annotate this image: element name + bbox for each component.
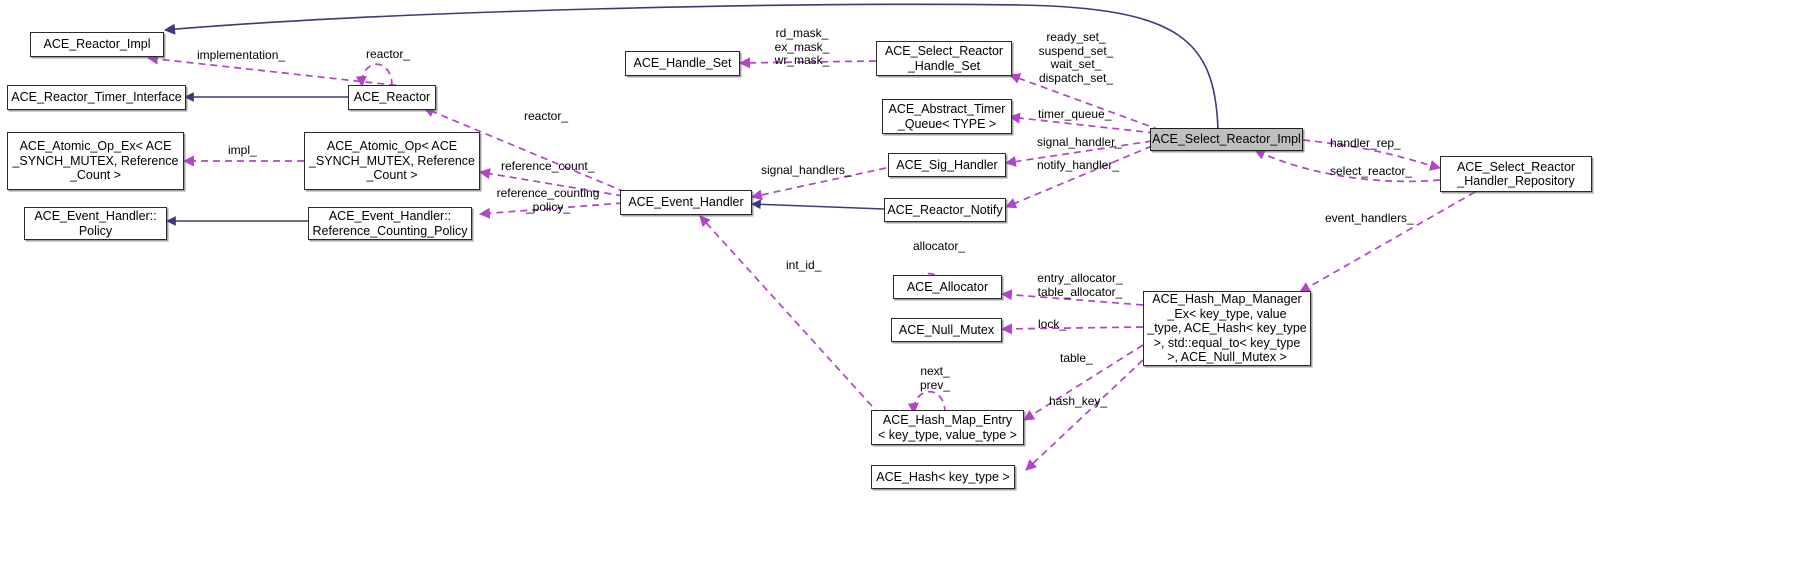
node-ace-atomic-op[interactable]: ACE_Atomic_Op< ACE _SYNCH_MUTEX, Referen…: [304, 132, 480, 190]
edge-usage-event-handlers: [1299, 191, 1476, 293]
edge-label-reactor-self: reactor_: [366, 47, 411, 61]
node-ace-reactor-timer-interface[interactable]: ACE_Reactor_Timer_Interface: [7, 85, 186, 110]
edge-label-table: table_: [1060, 351, 1093, 365]
edge-usage-int-id: [699, 215, 881, 416]
collaboration-diagram: ACE_Reactor_Impl ACE_Reactor_Timer_Inter…: [0, 0, 1817, 573]
edge-label-signal-handlers: signal_handlers_: [761, 163, 852, 177]
node-ace-select-reactor-handle-set[interactable]: ACE_Select_Reactor _Handle_Set: [876, 41, 1012, 76]
node-ace-event-handler-reference-counting-policy[interactable]: ACE_Event_Handler:: Reference_Counting_P…: [308, 207, 472, 240]
edge-label-reactor-from-event-handler: reactor_: [524, 109, 569, 123]
edge-usage-notify-handler: [1004, 145, 1153, 209]
edge-inheritance-reactor-notify-to-event-handler: [751, 199, 885, 210]
node-ace-atomic-op-ex[interactable]: ACE_Atomic_Op_Ex< ACE _SYNCH_MUTEX, Refe…: [7, 132, 184, 190]
edge-label-entry-table-allocator: entry_allocator_ table_allocator_: [1037, 271, 1123, 299]
edge-usage-reactor-self-loop: [355, 63, 393, 88]
node-ace-hash-map-entry[interactable]: ACE_Hash_Map_Entry < key_type, value_typ…: [871, 410, 1024, 445]
edge-label-reference-count: reference_count_: [501, 159, 595, 173]
node-ace-reactor-impl[interactable]: ACE_Reactor_Impl: [30, 32, 164, 57]
node-ace-hash-key-type[interactable]: ACE_Hash< key_type >: [871, 465, 1015, 489]
edge-label-hash-key: hash_key_: [1049, 394, 1108, 408]
edge-label-sets: ready_set_ suspend_set_ wait_set_ dispat…: [1038, 30, 1114, 85]
edge-label-impl: impl_: [228, 143, 257, 157]
edge-label-allocator-self: allocator_: [913, 239, 966, 253]
edge-label-implementation: implementation_: [197, 48, 286, 62]
edge-label-next-prev: next_ prev_: [919, 364, 951, 392]
node-ace-event-handler[interactable]: ACE_Event_Handler: [620, 190, 752, 215]
node-ace-reactor-notify[interactable]: ACE_Reactor_Notify: [884, 198, 1006, 222]
edge-label-event-handlers: event_handlers_: [1325, 211, 1414, 225]
edge-label-reference-counting-policy: reference_counting _policy_: [496, 186, 600, 214]
node-ace-null-mutex[interactable]: ACE_Null_Mutex: [891, 318, 1002, 342]
node-ace-reactor[interactable]: ACE_Reactor: [348, 85, 436, 110]
edge-label-timer-queue: timer_queue_: [1038, 107, 1112, 121]
edge-label-signal-handler: signal_handler_: [1037, 135, 1122, 149]
node-ace-handle-set[interactable]: ACE_Handle_Set: [625, 51, 740, 76]
node-ace-select-reactor-handler-repository[interactable]: ACE_Select_Reactor _Handler_Repository: [1440, 156, 1592, 192]
node-ace-select-reactor-impl[interactable]: ACE_Select_Reactor_Impl: [1150, 128, 1303, 151]
node-ace-sig-handler[interactable]: ACE_Sig_Handler: [888, 153, 1006, 177]
node-ace-hash-map-manager-ex[interactable]: ACE_Hash_Map_Manager _Ex< key_type, valu…: [1143, 291, 1311, 366]
edge-label-int-id: int_id_: [786, 258, 822, 272]
edge-usage-lock: [1000, 323, 1144, 335]
edge-label-notify-handler: notify_handler_: [1037, 158, 1120, 172]
edge-label-handler-rep: handler_rep_: [1330, 136, 1401, 150]
edge-label-masks: rd_mask_ ex_mask_ wr_mask_: [774, 26, 830, 67]
edge-usage-hash-key: [1025, 359, 1144, 471]
node-ace-event-handler-policy[interactable]: ACE_Event_Handler:: Policy: [24, 207, 167, 240]
edge-label-select-reactor: select_reactor_: [1330, 164, 1413, 178]
edge-usage-implementation: [146, 53, 421, 89]
edge-label-lock: lock_: [1038, 317, 1067, 331]
node-ace-abstract-timer-queue[interactable]: ACE_Abstract_Timer _Queue< TYPE >: [882, 99, 1012, 134]
node-ace-allocator[interactable]: ACE_Allocator: [893, 275, 1002, 299]
